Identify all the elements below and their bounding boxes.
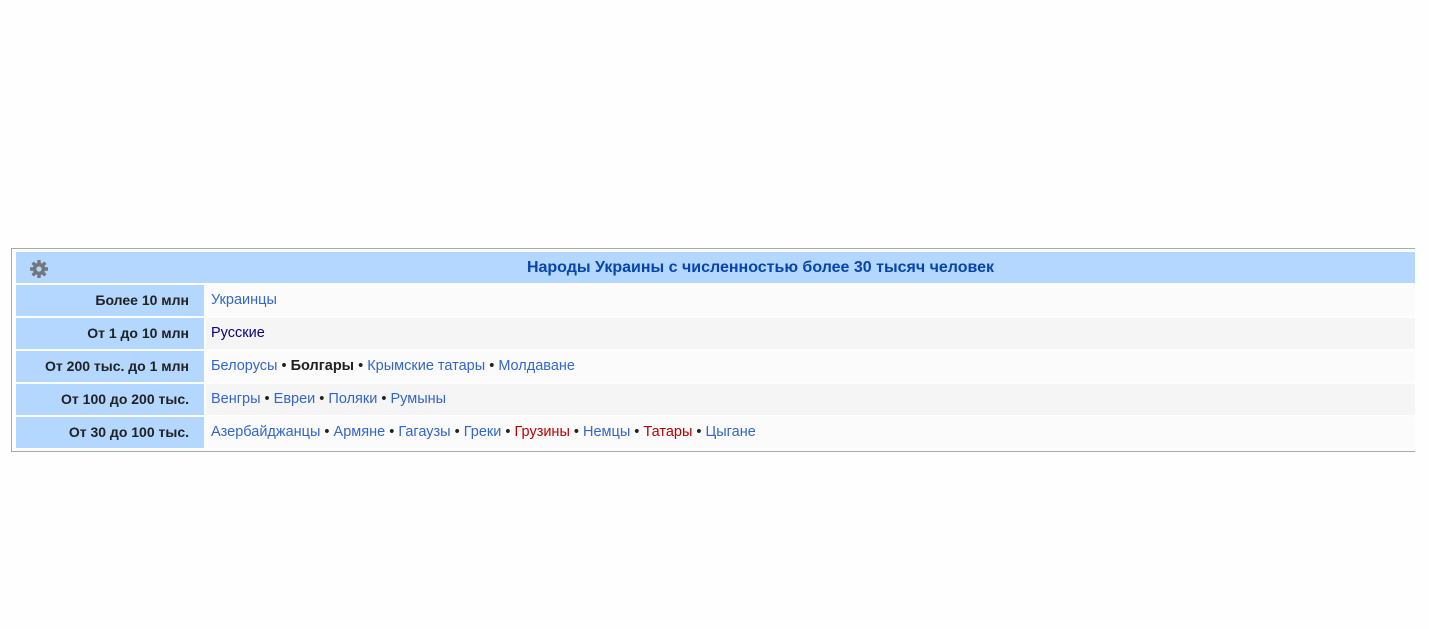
list-item-link[interactable]: Румыны: [391, 391, 447, 407]
list-item-link[interactable]: Армяне: [334, 424, 386, 440]
list-item-link[interactable]: Венгры: [211, 391, 261, 407]
list-separator: •: [692, 424, 706, 440]
navbox-group-label: Более 10 млн: [16, 285, 204, 316]
navbox-row: От 100 до 200 тыс. Венгры • Евреи • Поляк…: [16, 384, 1415, 415]
list-separator: •: [315, 391, 329, 407]
list-separator: •: [485, 358, 499, 374]
list-separator: •: [385, 424, 399, 440]
list-item-link[interactable]: Азербайджанцы: [211, 424, 320, 440]
navbox-list: Русские: [206, 318, 1415, 349]
navbox-row: От 30 до 100 тыс. Азербайджанцы • Армяне …: [16, 417, 1415, 448]
list-item-link[interactable]: Поляки: [328, 391, 377, 407]
list-item-link[interactable]: Цыгане: [706, 424, 756, 440]
list-item-link[interactable]: Немцы: [583, 424, 630, 440]
navbox-list: Венгры • Евреи • Поляки • Румыны: [206, 384, 1415, 415]
navbox-rows: Более 10 млн Украинцы От 1 до 10 млн Русски…: [16, 285, 1415, 448]
list-separator: •: [260, 391, 274, 407]
list-item-link[interactable]: Крымские татары: [367, 358, 485, 374]
list-separator: •: [354, 358, 368, 374]
navbox-title[interactable]: Народы Украины с численностью более 30 т…: [16, 252, 1415, 283]
list-item-link[interactable]: Белорусы: [211, 358, 277, 374]
list-separator: •: [320, 424, 334, 440]
list-item-link[interactable]: Татары: [643, 424, 692, 440]
navbox-row: От 200 тыс. до 1 млн Белорусы • Болгары •…: [16, 351, 1415, 382]
navbox-row: Более 10 млн Украинцы: [16, 285, 1415, 316]
navbox-list: Украинцы: [206, 285, 1415, 316]
navbox-list: Белорусы • Болгары • Крымские татары • М…: [206, 351, 1415, 382]
list-item-link[interactable]: Молдаване: [498, 358, 575, 374]
list-separator: •: [450, 424, 464, 440]
list-separator: •: [377, 391, 391, 407]
list-item-link[interactable]: Русские: [211, 325, 265, 341]
navbox-list: Азербайджанцы • Армяне • Гагаузы • Греки…: [206, 417, 1415, 448]
navbox-group-label: От 100 до 200 тыс.: [16, 384, 204, 415]
list-item-link[interactable]: Греки: [464, 424, 502, 440]
navbox-title-bar: Народы Украины с численностью более 30 т…: [16, 252, 1415, 283]
list-item-link[interactable]: Грузины: [515, 424, 570, 440]
list-item-current: Болгары: [290, 358, 355, 374]
navbox-group-label: От 200 тыс. до 1 млн: [16, 351, 204, 382]
list-separator: •: [630, 424, 644, 440]
navbox-group-label: От 30 до 100 тыс.: [16, 417, 204, 448]
list-item-link[interactable]: Украинцы: [211, 292, 277, 308]
list-item-link[interactable]: Евреи: [274, 391, 316, 407]
list-separator: •: [569, 424, 584, 440]
list-separator: •: [277, 358, 291, 374]
navbox: Народы Украины с численностью более 30 т…: [11, 248, 1415, 452]
list-item-link[interactable]: Гагаузы: [398, 424, 450, 440]
navbox-group-label: От 1 до 10 млн: [16, 318, 204, 349]
navbox-row: От 1 до 10 млн Русские: [16, 318, 1415, 349]
list-separator: •: [501, 424, 515, 440]
